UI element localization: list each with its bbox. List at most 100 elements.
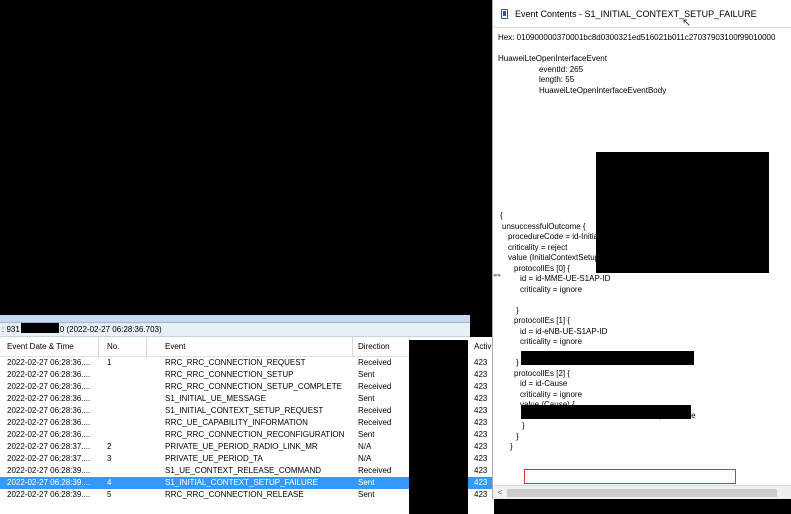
cell-direction: Received <box>358 382 392 391</box>
event-list-titlebar <box>0 315 470 323</box>
cell-direction: Sent <box>358 430 375 439</box>
tree-line: id = id-eNB-UE-S1AP-ID <box>520 326 608 336</box>
tree-line: protocolIEs [2] { <box>514 368 571 378</box>
table-row[interactable]: 2022-02-27 06:28:36.... S1_INITIAL_CONTEX… <box>0 405 470 417</box>
cell-date: 2022-02-27 06:28:37.... <box>7 454 91 463</box>
event-table-header: Event Date & Time No. Event Direction <box>0 337 470 357</box>
activity-cells: 423 423 423 423 423 423 423 423 423 423 423 423 <box>470 357 494 501</box>
cell-event: PRIVATE_UE_PERIOD_RADIO_LINK_MR <box>165 442 318 451</box>
cell-activity: 423 <box>474 406 488 415</box>
cell-date: 2022-02-27 06:28:39.... <box>7 466 91 475</box>
table-row[interactable]: 2022-02-27 06:28:37.... 3 PRIVATE_UE_PERIO… <box>0 453 470 465</box>
column-header-date[interactable]: Event Date & Time <box>7 337 99 357</box>
column-header-no[interactable]: No. <box>107 337 147 357</box>
cell-activity: 423 <box>470 477 494 489</box>
cell-event: RRC_RRC_CONNECTION_SETUP_COMPLETE <box>165 382 342 391</box>
cell-direction: Received <box>358 466 392 475</box>
cell-date: 2022-02-27 06:28:37.... <box>7 442 91 451</box>
cell-event: RRC_UE_CAPABILITY_INFORMATION <box>165 418 308 427</box>
cell-activity: 423 <box>474 358 488 367</box>
cell-date: 2022-02-27 06:28:36.... <box>7 418 91 427</box>
cell-direction: Sent <box>358 370 375 379</box>
cell-no: 1 <box>107 358 112 367</box>
tree-line: id = id-MME-UE-S1AP-ID <box>520 274 611 283</box>
column-header-activity[interactable]: Activ <box>470 337 494 357</box>
tree-line: } <box>522 421 525 430</box>
cell-date: 2022-02-27 06:28:36.... <box>7 382 91 391</box>
table-row[interactable]: 2022-02-27 06:28:37.... 2 PRIVATE_UE_PERIO… <box>0 441 470 453</box>
event-contents-window: Event Contents - S1_INITIAL_CONTEXT_SETU… <box>492 0 791 499</box>
cell-direction: Sent <box>358 478 375 487</box>
pointer-cursor-icon: ↖ <box>682 17 692 29</box>
table-row[interactable]: 2022-02-27 06:28:36.... RRC_RRC_CONNECTIO… <box>0 369 470 381</box>
column-header-direction[interactable]: Direction <box>358 337 410 357</box>
tree-line: HuaweiLteOpenInterfaceEvent <box>498 54 607 63</box>
tree-line: id = id-Cause <box>520 379 568 388</box>
cell-activity: 423 <box>474 370 488 379</box>
cell-event: S1_INITIAL_CONTEXT_SETUP_REQUEST <box>165 406 324 415</box>
tree-line: HuaweiLteOpenInterfaceEventBody <box>539 85 667 95</box>
cell-activity: 423 <box>474 454 488 463</box>
table-row[interactable]: 2022-02-27 06:28:36.... 1 RRC_RRC_CONNECTI… <box>0 357 470 369</box>
cell-event: RRC_RRC_CONNECTION_REQUEST <box>165 358 306 367</box>
table-row[interactable]: 2022-02-27 06:28:36.... S1_INITIAL_UE_MES… <box>0 393 470 405</box>
scrollbar-thumb[interactable] <box>507 489 777 497</box>
redaction-block <box>596 152 769 273</box>
cell-event: RRC_RRC_CONNECTION_RELEASE <box>165 490 304 499</box>
table-row[interactable]: 2022-02-27 06:28:36.... RRC_UE_CAPABILITY… <box>0 417 470 429</box>
event-table-body: 2022-02-27 06:28:36.... 1 RRC_RRC_CONNECTI… <box>0 357 470 501</box>
cell-event: S1_UE_CONTEXT_RELEASE_COMMAND <box>165 466 322 475</box>
event-table: Event Date & Time No. Event Direction 20… <box>0 337 470 501</box>
cell-direction: N/A <box>358 454 372 463</box>
redaction-block <box>521 405 691 419</box>
scroll-left-button[interactable]: < <box>495 487 505 498</box>
cell-date: 2022-02-27 06:28:36.... <box>7 406 91 415</box>
event-list-panel: : 931 0 (2022-02-27 06:28:36.703) Event D… <box>0 315 470 514</box>
tree-line: criticality = ignore <box>520 284 583 294</box>
horizontal-scrollbar[interactable]: < <box>493 485 791 499</box>
tree-line: } <box>516 305 519 315</box>
table-row[interactable]: 2022-02-27 06:28:36.... RRC_RRC_CONNECTIO… <box>0 381 470 393</box>
decoded-message-tree: HuaweiLteOpenInterfaceEvent eventId: 265… <box>498 54 790 485</box>
cell-activity: 423 <box>474 442 488 451</box>
cell-date: 2022-02-27 06:28:36.... <box>7 358 91 367</box>
cell-event: S1_INITIAL_UE_MESSAGE <box>165 394 266 403</box>
cell-date: 2022-02-27 06:28:36.... <box>7 370 91 379</box>
phone-icon <box>501 9 508 19</box>
cell-date: 2022-02-27 06:28:39.... <box>7 490 91 499</box>
cell-date: 2022-02-27 06:28:36.... <box>7 394 91 403</box>
cell-direction: Received <box>358 358 392 367</box>
window-titlebar[interactable]: Event Contents - S1_INITIAL_CONTEXT_SETU… <box>493 0 791 29</box>
tree-line: } <box>516 431 519 441</box>
cell-activity: 423 <box>474 394 488 403</box>
cell-activity: 423 <box>474 430 488 439</box>
cell-direction: Received <box>358 406 392 415</box>
table-row[interactable]: 2022-02-27 06:28:39.... S1_UE_CONTEXT_REL… <box>0 465 470 477</box>
cell-event: RRC_RRC_CONNECTION_SETUP <box>165 370 294 379</box>
resize-cursor-icon: ⇔ <box>491 267 503 281</box>
table-row[interactable]: 2022-02-27 06:28:39.... 5 RRC_RRC_CONNECTI… <box>0 489 470 501</box>
column-header-event[interactable]: Event <box>165 337 353 357</box>
event-list-session-info: : 931 0 (2022-02-27 06:28:36.703) <box>0 323 470 337</box>
table-row[interactable]: 2022-02-27 06:28:39.... 4 S1_INITIAL_CONTE… <box>0 477 470 489</box>
cell-activity: 423 <box>474 382 488 391</box>
cell-direction: Sent <box>358 490 375 499</box>
redaction-block <box>521 351 694 365</box>
hex-dump-line: Hex: 010900000370001bc8d0300321ed516021b… <box>498 33 776 42</box>
tree-line: length: 55 <box>539 75 575 84</box>
session-id-redaction <box>20 323 59 333</box>
tree-line: } <box>510 442 513 451</box>
cell-no: 2 <box>107 442 112 451</box>
tree-line: eventId: 265 <box>539 64 584 74</box>
cell-no: 4 <box>107 478 112 487</box>
tree-line: protocolIEs [1] { <box>514 316 571 325</box>
session-id-prefix: : 931 <box>2 325 20 334</box>
cell-date: 2022-02-27 06:28:36.... <box>7 430 91 439</box>
tree-line: criticality = ignore <box>520 337 583 346</box>
cell-activity: 423 <box>474 490 488 499</box>
cell-direction: Sent <box>358 394 375 403</box>
cell-event: PRIVATE_UE_PERIOD_TA <box>165 454 263 463</box>
cell-event: RRC_RRC_CONNECTION_RECONFIGURATION <box>165 430 345 439</box>
table-row[interactable]: 2022-02-27 06:28:36.... RRC_RRC_CONNECTIO… <box>0 429 470 441</box>
cell-no: 5 <box>107 490 112 499</box>
